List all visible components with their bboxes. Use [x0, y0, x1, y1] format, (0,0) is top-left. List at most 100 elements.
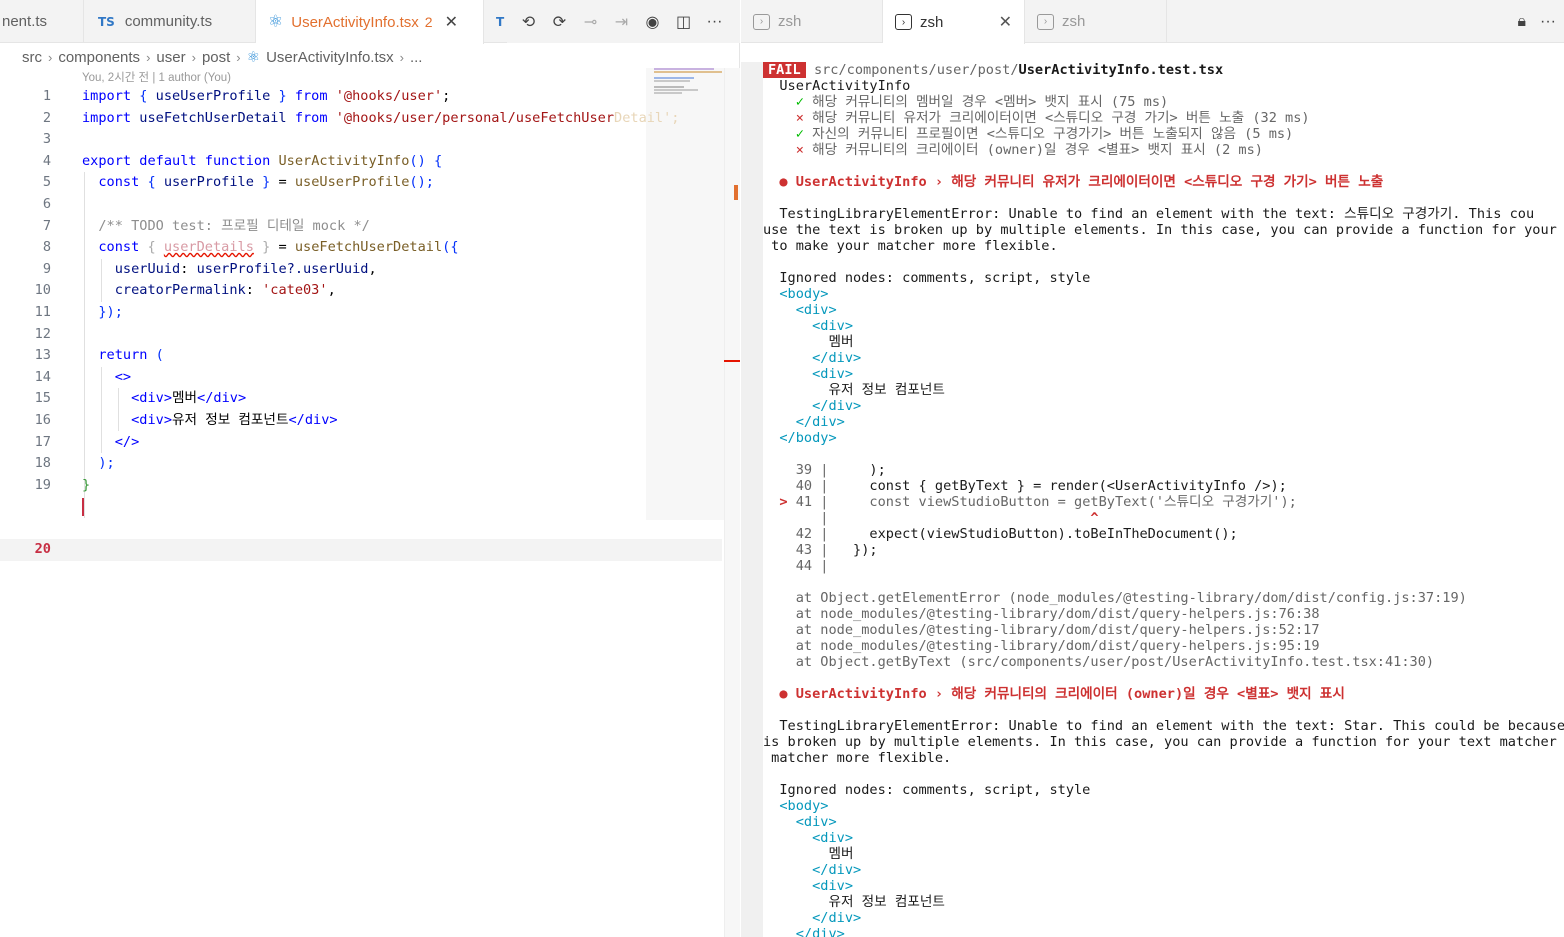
go-forward-icon[interactable]: ⇥ — [606, 6, 637, 37]
typescript-icon: TS — [98, 14, 115, 29]
terminal-gutter — [741, 62, 763, 937]
breadcrumb-user[interactable]: user — [156, 49, 185, 66]
code-snippet-line: 43 | }); — [795, 542, 878, 558]
breadcrumb-components[interactable]: components — [58, 49, 140, 66]
lock-icon[interactable]: 🔒︎ — [1518, 13, 1527, 31]
react-icon: ⚛ — [268, 12, 284, 31]
git-blame-annotation[interactable]: You, 2시간 전 | 1 author (You) — [82, 69, 231, 85]
current-line-highlight — [0, 539, 722, 562]
error-message: matcher more flexible. — [763, 750, 952, 766]
close-icon[interactable]: ✕ — [445, 12, 458, 32]
test-suite-name: UserActivityInfo — [779, 78, 911, 94]
code-snippet-caret: | ^ — [795, 510, 1099, 526]
test-result-line: ✓ 자신의 커뮤니티 프로필이면 <스튜디오 구경가기> 버튼 노출되지 않음 … — [795, 126, 1294, 142]
code-line: 8 const { userDetails } = useFetchUserDe… — [42, 239, 459, 256]
code-editor[interactable]: 1 import { useUserProfile } from '@hooks/… — [0, 86, 722, 562]
text-cursor — [82, 498, 84, 517]
code-line: 15 <div>멤버</div> — [34, 390, 247, 407]
editor-tab-bar: nent.ts TS community.ts ⚛ UserActivityIn… — [0, 0, 740, 44]
test-result-line: × 해당 커뮤니티의 크리에이터 (owner)일 경우 <별표> 뱃지 표시 … — [795, 142, 1263, 158]
minimap-slider[interactable] — [646, 68, 724, 520]
history-icon[interactable]: ⟲ — [513, 6, 544, 37]
go-back-icon[interactable]: ⟳ — [544, 6, 575, 37]
code-snippet-line: 40 | const { getByText } = render(<UserA… — [795, 478, 1287, 494]
code-line: 17 </> — [34, 433, 140, 450]
tab-label: community.ts — [124, 13, 213, 30]
dom-line: <div> — [763, 830, 854, 846]
error-message: is broken up by multiple elements. In th… — [763, 734, 1564, 750]
ignored-nodes: Ignored nodes: comments, script, style — [763, 270, 1091, 286]
code-line: 10 creatorPermalink: 'cate03', — [34, 282, 336, 299]
breadcrumb-symbol[interactable]: ... — [410, 49, 423, 66]
more-icon[interactable]: ··· — [1540, 13, 1556, 31]
terminal-tab-2[interactable]: › zsh ✕ — [883, 0, 1025, 44]
unused-variable-warning: userDetails — [163, 239, 254, 256]
stack-trace-line[interactable]: at Object.getByText (src/components/user… — [763, 654, 1564, 670]
dom-line: 멤버 — [763, 846, 854, 862]
chevron-right-icon: › — [146, 49, 151, 65]
error-message: to make your matcher more flexible. — [763, 238, 1058, 254]
code-line: 11 }); — [34, 303, 123, 320]
dom-line: </div> — [763, 862, 862, 878]
code-line: 19} — [34, 476, 91, 493]
dom-line: </div> — [763, 926, 845, 937]
tab-nent-ts[interactable]: nent.ts — [0, 0, 84, 43]
close-icon[interactable]: ✕ — [999, 12, 1012, 32]
stack-trace-line[interactable]: at node_modules/@testing-library/dom/dis… — [763, 606, 1564, 622]
test-file-result: FAIL src/components/user/post/UserActivi… — [763, 62, 1564, 78]
code-snippet-line: 44 | — [795, 558, 829, 574]
test-result-line: ✓ 해당 커뮤니티의 멤버일 경우 <멤버> 뱃지 표시 (75 ms) — [795, 94, 1169, 110]
test-result-line: × 해당 커뮤니티 유저가 크리에이터이면 <스튜디오 구경 가기> 버튼 노출… — [795, 110, 1310, 126]
typescript-icon: T — [496, 14, 505, 29]
dom-line: <div> — [763, 366, 854, 382]
terminal-tab-label: zsh — [920, 13, 944, 31]
stack-trace-line[interactable]: at Object.getElementError (node_modules/… — [763, 590, 1564, 606]
minimap[interactable] — [654, 68, 724, 108]
git-lens-icon[interactable]: ◉ — [637, 6, 668, 37]
code-line: 6 — [42, 195, 51, 212]
chevron-right-icon: › — [399, 49, 404, 65]
code-line: 13 return ( — [34, 347, 164, 364]
split-editor-icon[interactable]: ◫ — [668, 6, 699, 37]
commit-icon[interactable]: ⊸ — [575, 6, 606, 37]
tab-label: nent.ts — [2, 13, 48, 30]
tab-community-ts[interactable]: TS community.ts — [84, 0, 256, 43]
code-line: 1 import { useUserProfile } from '@hooks/… — [42, 88, 451, 104]
breadcrumb-file[interactable]: UserActivityInfo.tsx — [266, 49, 394, 66]
error-message: TestingLibraryElementError: Unable to fi… — [763, 206, 1535, 222]
dom-line: <div> — [763, 878, 854, 894]
overview-ruler-error — [724, 360, 740, 362]
chevron-right-icon: › — [48, 49, 53, 65]
terminal-tab-bar: › zsh › zsh ✕ › zsh 🔒︎ ··· — [741, 0, 1564, 44]
breadcrumb: src › components › user › post › ⚛ UserActiv… — [22, 46, 422, 68]
dom-line: 유저 정보 컴포넌트 — [763, 382, 945, 398]
terminal-icon: › — [1037, 13, 1054, 30]
terminal-tab-label: zsh — [778, 13, 802, 30]
terminal-panel: › zsh › zsh ✕ › zsh 🔒︎ ··· FAIL src/comp… — [741, 0, 1564, 937]
dom-line: <body> — [763, 798, 829, 814]
code-line: 14 <> — [34, 368, 132, 385]
stack-trace-line[interactable]: at node_modules/@testing-library/dom/dis… — [763, 622, 1564, 638]
problem-count-badge: 2 — [424, 14, 433, 30]
terminal-actions: 🔒︎ ··· — [1518, 0, 1557, 43]
code-line: 18 ); — [34, 455, 115, 472]
tab-label: UserActivityInfo.tsx — [291, 13, 419, 31]
dom-line: </div> — [763, 414, 845, 430]
breadcrumb-src[interactable]: src — [22, 49, 42, 66]
terminal-output[interactable]: FAIL src/components/user/post/UserActivi… — [763, 62, 1564, 937]
code-snippet-line-error: > 41 | const viewStudioButton = getByTex… — [763, 494, 1297, 510]
react-icon: ⚛ — [246, 49, 261, 66]
stack-trace-line[interactable]: at node_modules/@testing-library/dom/dis… — [763, 638, 1564, 654]
dom-line: 멤버 — [763, 334, 854, 350]
terminal-tab-1[interactable]: › zsh — [741, 0, 883, 43]
breadcrumb-post[interactable]: post — [202, 49, 230, 66]
more-icon[interactable]: ··· — [699, 6, 730, 37]
error-message: TestingLibraryElementError: Unable to fi… — [763, 718, 1564, 734]
terminal-tab-label: zsh — [1062, 13, 1086, 30]
editor-actions: ⟲ ⟳ ⊸ ⇥ ◉ ◫ ··· — [507, 0, 740, 43]
dom-line: </body> — [763, 430, 837, 446]
code-line: 12 — [34, 325, 51, 342]
terminal-tab-3[interactable]: › zsh — [1025, 0, 1167, 43]
tab-useractivityinfo-tsx[interactable]: ⚛ UserActivityInfo.tsx 2 ✕ — [256, 0, 484, 44]
failure-title: ● UserActivityInfo › 해당 커뮤니티의 크리에이터 (own… — [779, 686, 1345, 702]
